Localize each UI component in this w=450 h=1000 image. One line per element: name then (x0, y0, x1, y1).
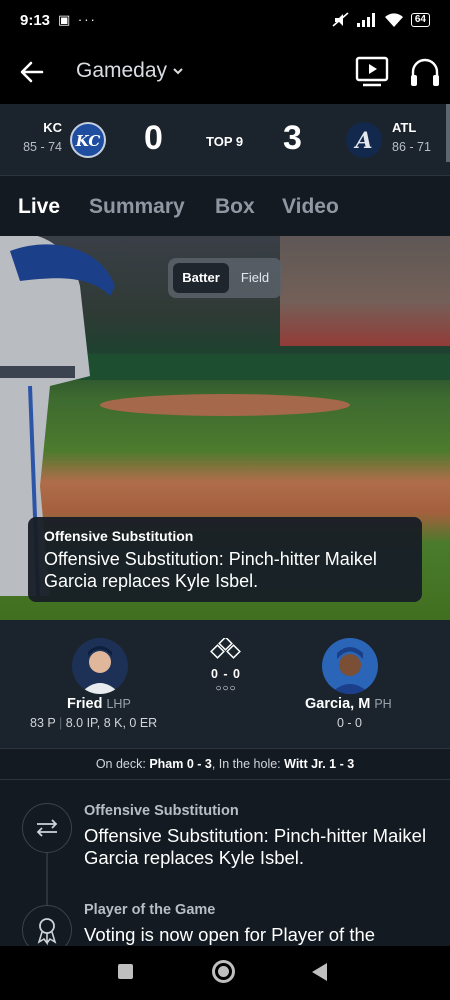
award-ribbon-icon (22, 905, 72, 946)
play-overlay-card: Offensive Substitution Offensive Substit… (28, 517, 422, 602)
scoreboard: KC 85 - 74 KC 0 TOP 9 3 A ATL 86 - 71 (0, 104, 450, 176)
tv-play-icon[interactable] (354, 55, 390, 89)
back-triangle-icon[interactable] (312, 963, 327, 981)
headphones-icon[interactable] (408, 55, 442, 89)
in-hole-player: Witt Jr. 1 - 3 (284, 757, 355, 771)
away-team-abbr: KC (43, 120, 62, 135)
feed-item-title: Offensive Substitution (84, 803, 239, 819)
notification-icons: ▣ ··· (58, 12, 97, 27)
toggle-batter-button[interactable]: Batter (173, 263, 229, 293)
batter-name: Garcia, M (305, 696, 371, 712)
scrollbar[interactable] (446, 104, 450, 162)
status-time: 9:13 (20, 12, 51, 29)
bases-icon (210, 636, 241, 659)
back-arrow-icon[interactable] (18, 58, 46, 86)
batter-avatar[interactable] (322, 638, 378, 694)
on-deck-bar: On deck: Pham 0 - 3, In the hole: Witt J… (0, 748, 450, 780)
status-right-icons: 64 (332, 12, 430, 28)
tab-summary[interactable]: Summary (89, 195, 185, 219)
svg-text:A: A (353, 128, 372, 154)
home-score: 3 (283, 119, 302, 157)
view-toggle: Batter Field (168, 258, 282, 298)
home-team-record: 86 - 71 (392, 140, 431, 154)
feed-item-description[interactable]: Offensive Substitution: Pinch-hitter Mai… (84, 825, 434, 869)
tab-video[interactable]: Video (282, 195, 339, 219)
app-header: Gameday (0, 42, 450, 104)
recents-square-icon[interactable] (118, 964, 133, 979)
home-circle-icon[interactable] (212, 960, 235, 983)
svg-text:KC: KC (75, 132, 101, 150)
signal-icon (356, 13, 375, 27)
wifi-icon (384, 12, 403, 27)
pitcher-position: LHP (106, 697, 131, 711)
play-overlay-description: Offensive Substitution: Pinch-hitter Mai… (44, 549, 377, 591)
battery-icon: 64 (410, 13, 430, 27)
away-score: 0 (144, 119, 163, 157)
game-video[interactable]: Batter Field Offensive Substitution Offe… (0, 236, 450, 620)
silent-icon (332, 12, 349, 27)
pitcher-name: Fried (67, 696, 103, 712)
play-feed: Offensive Substitution Offensive Substit… (0, 781, 450, 946)
stadium-stands (280, 236, 450, 346)
away-team: KC 85 - 74 (18, 120, 62, 154)
in-hole-label: , In the hole: (211, 757, 285, 771)
feed-item-description[interactable]: Voting is now open for Player of the (84, 924, 434, 946)
pitcher-stats: 83 P | 8.0 IP, 8 K, 0 ER (30, 716, 158, 730)
ball-strike-count: 0 - 0 (210, 667, 241, 681)
home-team-abbr: ATL (392, 120, 417, 135)
on-deck-player: Pham 0 - 3 (149, 757, 212, 771)
pitcher-name-line[interactable]: Fried LHP (67, 696, 131, 712)
chevron-down-icon (173, 68, 183, 75)
on-deck-label: On deck: (95, 757, 150, 771)
away-team-record: 85 - 74 (23, 140, 62, 154)
tab-box[interactable]: Box (215, 195, 255, 219)
swap-arrows-icon (22, 803, 72, 853)
play-overlay-title: Offensive Substitution (44, 528, 194, 544)
tab-live[interactable]: Live (18, 195, 60, 219)
system-nav-bar (0, 946, 450, 1000)
count-indicator: 0 - 0 ○○○ (206, 636, 246, 694)
gameday-title: Gameday (76, 59, 168, 82)
home-team: ATL 86 - 71 (392, 120, 431, 154)
pitchers-mound (100, 394, 350, 416)
kc-logo-icon: KC (70, 122, 106, 158)
pitcher-pitch-count: 83 P (30, 716, 56, 730)
pitcher-stat-line: 8.0 IP, 8 K, 0 ER (65, 716, 158, 730)
matchup-panel: 0 - 0 ○○○ Fried LHP 83 P | 8.0 IP, 8 K, … (0, 620, 450, 748)
feed-item-title: Player of the Game (84, 902, 216, 918)
outs-icon: ○○○ (215, 683, 237, 694)
batter-position: PH (374, 697, 392, 711)
batter-stats: 0 - 0 (337, 716, 363, 730)
toggle-field-button[interactable]: Field (232, 263, 278, 293)
tab-bar: Live Summary Box Video (0, 176, 450, 236)
status-bar: 9:13 ▣ ··· 64 (0, 0, 450, 42)
inning-indicator: TOP 9 (206, 134, 244, 149)
batter-name-line[interactable]: Garcia, M PH (305, 696, 392, 712)
pitcher-avatar[interactable] (72, 638, 128, 694)
atl-logo-icon: A (346, 122, 382, 158)
gameday-dropdown[interactable]: Gameday (76, 59, 185, 83)
